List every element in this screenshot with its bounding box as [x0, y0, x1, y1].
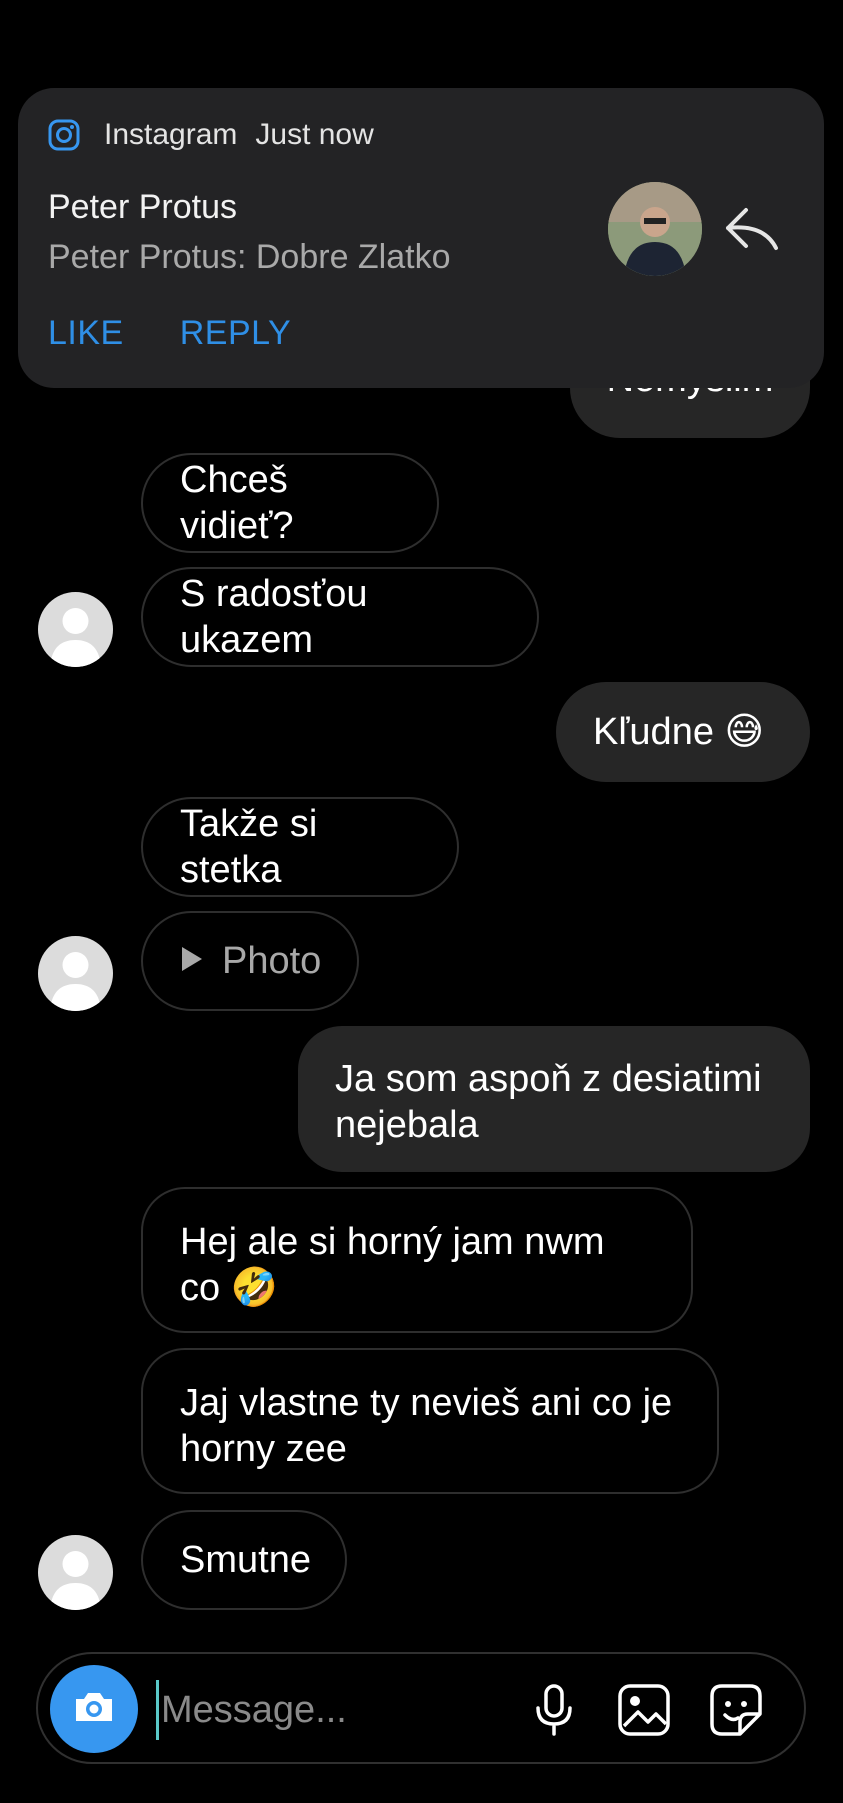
- microphone-icon[interactable]: [526, 1682, 582, 1738]
- message-bubble-incoming[interactable]: Jaj vlastne ty nevieš ani co je horny ze…: [141, 1348, 719, 1494]
- message-bubble-incoming[interactable]: S radosťou ukazem: [141, 567, 539, 667]
- camera-button[interactable]: [50, 1665, 138, 1753]
- notification-header: Instagram Just now: [48, 118, 374, 152]
- sender-avatar[interactable]: [38, 1535, 113, 1610]
- message-text: Chceš vidieť?: [180, 459, 294, 547]
- message-bubble-incoming[interactable]: Smutne: [141, 1510, 347, 1610]
- message-text: Kľudne 😅: [593, 711, 765, 753]
- message-text: Ja som aspoň z desiatimi nejebala: [335, 1058, 762, 1146]
- like-button[interactable]: LIKE: [48, 314, 124, 353]
- sender-profile-photo[interactable]: [608, 182, 702, 276]
- notification-actions: LIKE REPLY: [48, 314, 291, 353]
- message-bubble-incoming[interactable]: Chceš vidieť?: [141, 453, 439, 553]
- photo-message-bubble[interactable]: Photo: [141, 911, 359, 1011]
- sticker-icon[interactable]: [708, 1682, 764, 1738]
- notification-app-name: Instagram: [104, 118, 238, 151]
- message-text: S radosťou ukazem: [180, 573, 368, 661]
- camera-icon: [72, 1689, 116, 1730]
- notification-body: Peter Protus: Dobre Zlatko: [48, 238, 451, 276]
- message-text: Jaj vlastne ty nevieš ani co je horny ze…: [180, 1382, 673, 1470]
- reply-button[interactable]: REPLY: [180, 314, 291, 353]
- reply-icon[interactable]: [724, 204, 784, 254]
- sender-avatar[interactable]: [38, 592, 113, 667]
- notification-title: Peter Protus: [48, 188, 237, 226]
- sender-avatar[interactable]: [38, 936, 113, 1011]
- gallery-icon[interactable]: [616, 1682, 672, 1738]
- message-composer: [36, 1652, 806, 1764]
- notification-time: Just now: [255, 118, 374, 151]
- message-text: Smutne: [180, 1539, 311, 1581]
- message-bubble-incoming[interactable]: Hej ale si horný jam nwm co 🤣: [141, 1187, 693, 1333]
- instagram-icon: [48, 119, 80, 151]
- play-icon: [180, 938, 204, 984]
- message-text: Takže si stetka: [180, 803, 318, 891]
- message-text: Photo: [222, 940, 322, 982]
- notification-banner[interactable]: Instagram Just now Peter Protus Peter Pr…: [18, 88, 824, 388]
- message-bubble-incoming[interactable]: Takže si stetka: [141, 797, 459, 897]
- message-text: Hej ale si horný jam nwm co 🤣: [180, 1221, 605, 1309]
- message-bubble-outgoing[interactable]: Kľudne 😅: [556, 682, 810, 782]
- message-input[interactable]: [156, 1680, 493, 1740]
- message-bubble-outgoing[interactable]: Ja som aspoň z desiatimi nejebala: [298, 1026, 810, 1172]
